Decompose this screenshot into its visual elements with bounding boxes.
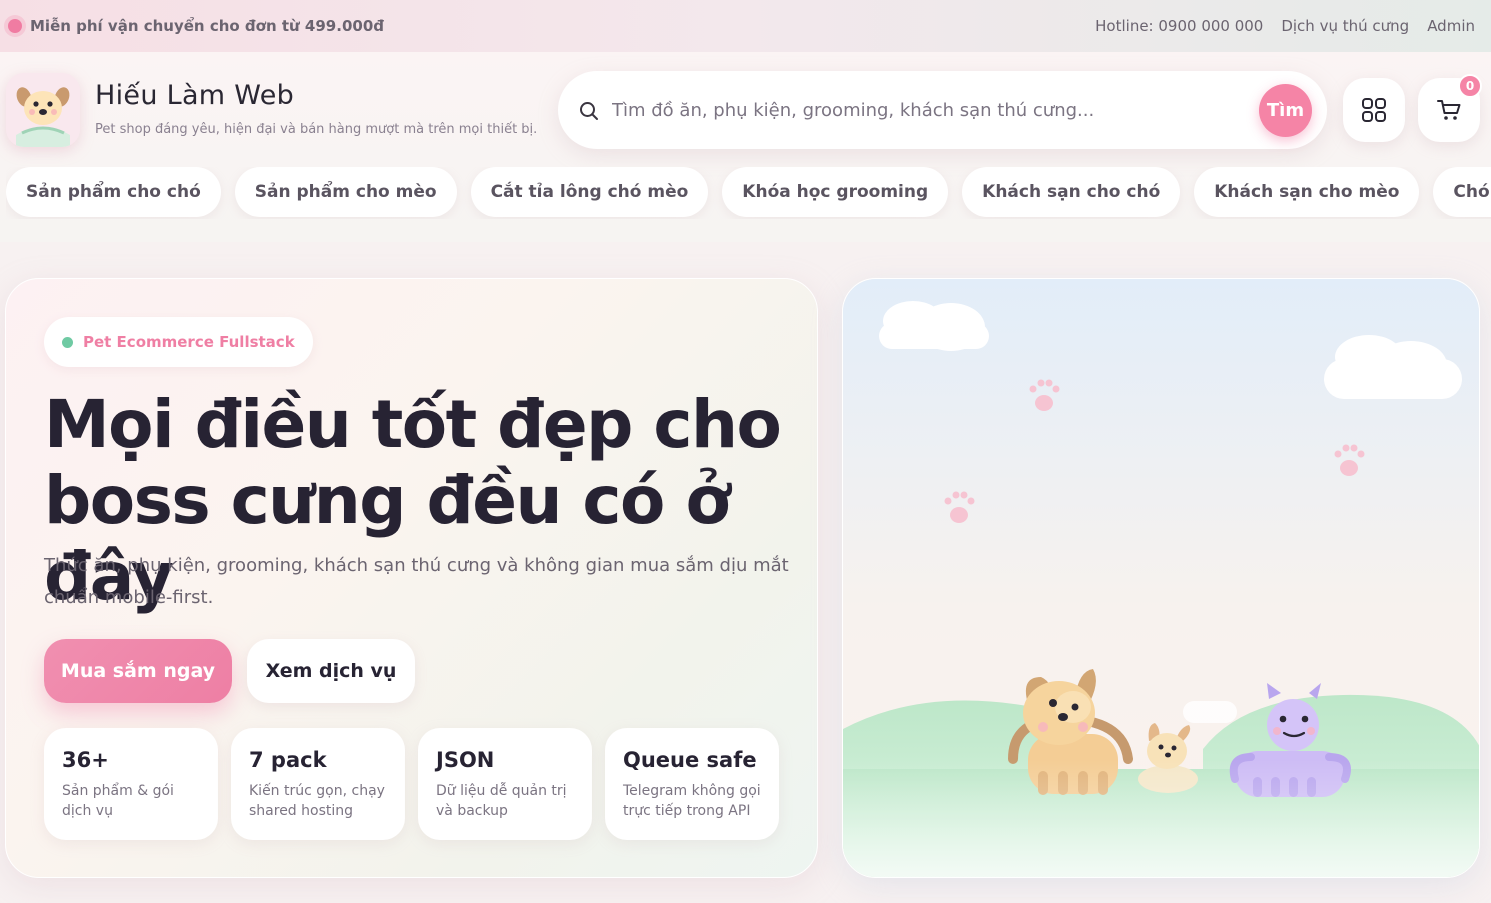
- category-grid-button[interactable]: [1343, 78, 1405, 142]
- category-dog-hotel[interactable]: Khách sạn cho chó: [962, 167, 1181, 217]
- category-dog-products[interactable]: Sản phẩm cho chó: [6, 167, 221, 217]
- stat-card: 7 pack Kiến trúc gọn, chạy shared hostin…: [231, 728, 405, 840]
- stat-value: JSON: [436, 748, 495, 772]
- hero-subtitle: Thức ăn, phụ kiện, grooming, khách sạn t…: [44, 555, 789, 608]
- stat-card: JSON Dữ liệu dễ quản trị và backup: [418, 728, 592, 840]
- logo[interactable]: [6, 73, 80, 147]
- stat-card: 36+ Sản phẩm & gói dịch vụ: [44, 728, 218, 840]
- stat-desc: Kiến trúc gọn, chạy shared hosting: [249, 783, 385, 819]
- cart-button[interactable]: 0: [1418, 74, 1482, 142]
- promo: Miễn phí vận chuyển cho đơn từ 499.000đ: [8, 17, 384, 35]
- cloud-icon: [879, 301, 989, 351]
- promo-dot-icon: [8, 19, 22, 33]
- search-icon: [580, 102, 598, 120]
- admin-link[interactable]: Admin: [1427, 17, 1475, 35]
- stat-value: 7 pack: [249, 748, 327, 772]
- search-input[interactable]: [612, 91, 1252, 129]
- hero-illustration: [842, 278, 1480, 878]
- hero-card: Pet Ecommerce Fullstack Mọi điều tốt đẹp…: [5, 278, 818, 878]
- dog-logo-icon: [6, 73, 80, 147]
- pet-services-link[interactable]: Dịch vụ thú cưng: [1281, 17, 1409, 35]
- hero-badge: Pet Ecommerce Fullstack: [44, 317, 313, 367]
- announcement-bar: Miễn phí vận chuyển cho đơn từ 499.000đ …: [0, 0, 1491, 52]
- brand-tagline: Pet shop đáng yêu, hiện đại và bán hàng …: [95, 122, 538, 137]
- search-button[interactable]: Tìm: [1259, 84, 1312, 137]
- grid-icon: [1362, 98, 1386, 122]
- category-cat-products[interactable]: Sản phẩm cho mèo: [234, 167, 457, 217]
- category-grooming-course[interactable]: Khóa học grooming: [722, 167, 949, 217]
- hero-badge-text: Pet Ecommerce Fullstack: [83, 333, 295, 351]
- badge-dot-icon: [62, 336, 73, 348]
- stats-row: 36+ Sản phẩm & gói dịch vụ 7 pack Kiến t…: [44, 728, 779, 840]
- cart-icon: [1437, 100, 1461, 120]
- search-bar: Tìm: [558, 71, 1327, 149]
- hero-title-line-1: Mọi điều tốt đẹp cho: [44, 386, 782, 463]
- hotline-link[interactable]: Hotline: 0900 000 000: [1095, 17, 1263, 35]
- cart-count-badge: 0: [1458, 74, 1482, 98]
- category-nav: Sản phẩm cho chó Sản phẩm cho mèo Cắt tỉ…: [6, 167, 1491, 219]
- stat-value: Queue safe: [623, 748, 757, 772]
- stat-desc: Sản phẩm & gói dịch vụ: [62, 783, 174, 819]
- view-services-button[interactable]: Xem dịch vụ: [247, 639, 415, 703]
- top-links: Hotline: 0900 000 000 Dịch vụ thú cưng A…: [1095, 17, 1475, 35]
- pets-scene-illustration: [843, 279, 1479, 877]
- category-adoption[interactable]: Chó mèo tìm sen: [1433, 167, 1491, 217]
- site-header: Hiếu Làm Web Pet shop đáng yêu, hiện đại…: [0, 52, 1491, 242]
- category-cat-hotel[interactable]: Khách sạn cho mèo: [1194, 167, 1420, 217]
- stat-card: Queue safe Telegram không gọi trực tiếp …: [605, 728, 779, 840]
- category-grooming[interactable]: Cắt tỉa lông chó mèo: [470, 167, 709, 217]
- promo-text: Miễn phí vận chuyển cho đơn từ 499.000đ: [30, 17, 384, 35]
- stat-desc: Dữ liệu dễ quản trị và backup: [436, 783, 567, 819]
- stat-desc: Telegram không gọi trực tiếp trong API: [623, 783, 761, 819]
- shop-now-button[interactable]: Mua sắm ngay: [44, 639, 232, 703]
- stat-value: 36+: [62, 748, 109, 772]
- brand-name[interactable]: Hiếu Làm Web: [95, 80, 294, 111]
